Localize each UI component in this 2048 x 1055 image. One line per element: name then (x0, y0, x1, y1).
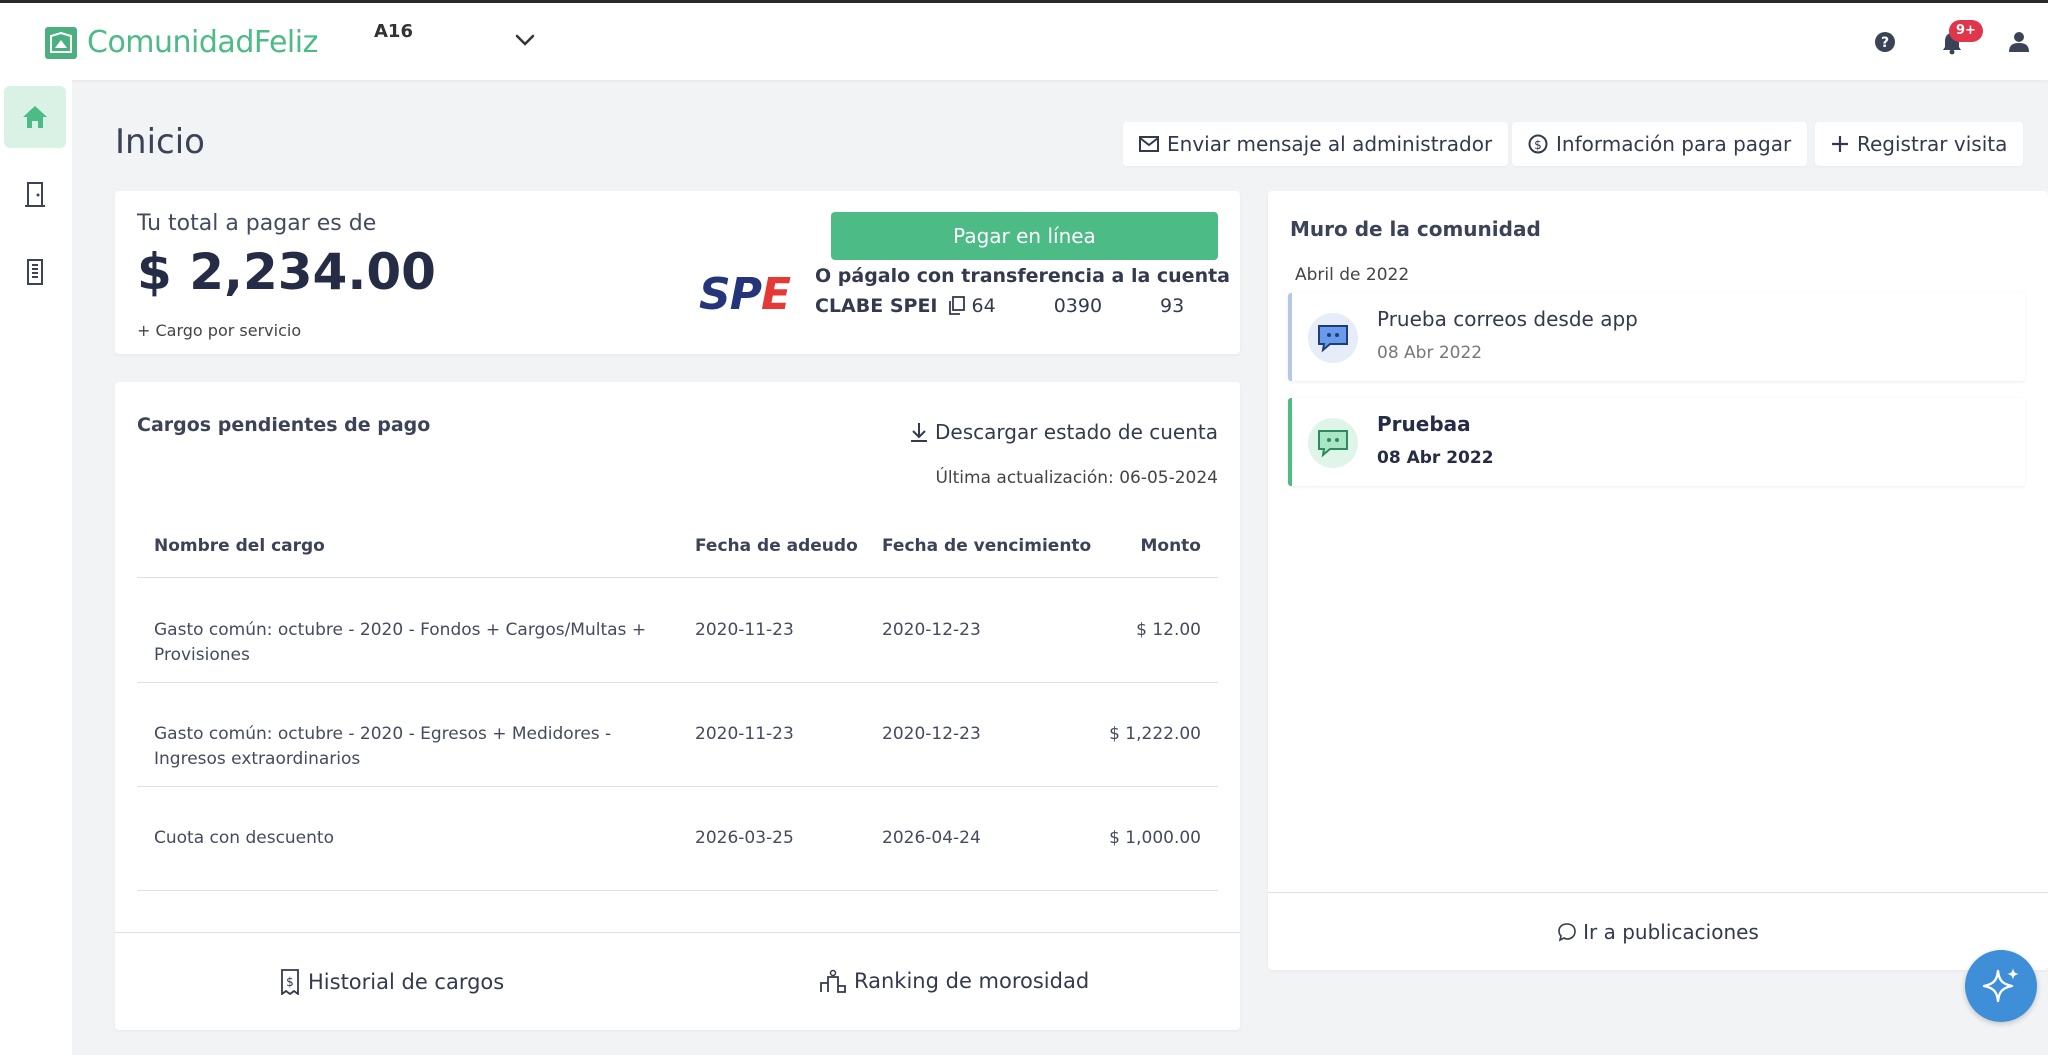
clabe-number-part: 93 (1160, 295, 1185, 317)
delinquency-ranking-label: Ranking de morosidad (854, 969, 1090, 993)
top-bar: ComunidadFeliz A16 ? 9+ (0, 3, 2048, 80)
clabe-label: CLABE SPEI (815, 295, 938, 317)
charge-amount: $ 12.00 (1136, 620, 1201, 640)
charges-footer: $ Historial de cargos Ranking de morosid… (115, 932, 1240, 1030)
column-header: Nombre del cargo (154, 536, 325, 556)
chat-bubble-icon (1308, 418, 1358, 468)
go-to-posts-label: Ir a publicaciones (1583, 919, 1759, 944)
last-update: Última actualización: 06-05-2024 (935, 468, 1218, 488)
building-icon (27, 259, 43, 285)
download-statement-link[interactable]: Descargar estado de cuenta (909, 420, 1218, 444)
sidebar-item-community[interactable] (4, 241, 66, 303)
charge-name: Cuota con descuento (154, 828, 334, 848)
post-date: 08 Abr 2022 (1377, 343, 1483, 363)
plus-icon (1832, 136, 1848, 152)
page-title: Inicio (115, 122, 205, 162)
column-header: Fecha de adeudo (695, 536, 858, 556)
charge-amount: $ 1,222.00 (1109, 724, 1201, 744)
total-payment-card: Tu total a pagar es de $ 2,234.00 + Carg… (115, 191, 1240, 354)
receipt-icon: $ (281, 969, 299, 995)
column-header: Fecha de vencimiento (882, 536, 1092, 556)
delinquency-ranking-link[interactable]: Ranking de morosidad (820, 969, 1089, 993)
charge-due-date: 2026-04-24 (882, 828, 981, 848)
mail-icon (1139, 136, 1159, 152)
logo-icon (45, 26, 77, 59)
clabe-number-part: 64 (971, 295, 996, 317)
chat-bubble-icon (1558, 922, 1576, 941)
charge-due-date: 2020-12-23 (882, 724, 981, 744)
total-label: Tu total a pagar es de (137, 211, 377, 236)
go-to-posts-link[interactable]: Ir a publicaciones (1268, 892, 2048, 970)
register-visit-label: Registrar visita (1857, 132, 2008, 156)
charges-table-header: Nombre del cargo Fecha de adeudo Fecha d… (137, 510, 1218, 578)
register-visit-button[interactable]: Registrar visita (1815, 122, 2024, 166)
charge-debt-date: 2026-03-25 (695, 828, 794, 848)
wall-post[interactable]: Prueba correos desde app 08 Abr 2022 (1288, 293, 2025, 381)
charges-history-label: Historial de cargos (308, 970, 505, 994)
sidebar-item-unit[interactable] (4, 164, 66, 226)
spei-logo: SPE (699, 271, 791, 319)
sidebar (0, 80, 72, 1055)
wall-post[interactable]: Pruebaa 08 Abr 2022 (1288, 398, 2025, 486)
chevron-down-icon[interactable] (514, 33, 536, 47)
pending-charges-card: Cargos pendientes de pago Descargar esta… (115, 382, 1240, 1030)
clabe-number-part: 0390 (1053, 295, 1103, 317)
payment-info-button[interactable]: $ Información para pagar (1512, 122, 1808, 166)
brand-name: ComunidadFeliz (87, 25, 318, 60)
table-row[interactable]: Cuota con descuento 2026-03-25 2026-04-2… (137, 787, 1218, 891)
svg-text:$: $ (286, 975, 294, 989)
svg-text:$: $ (1534, 138, 1542, 152)
community-wall-card: Muro de la comunidad Abril de 2022 Prueb… (1268, 191, 2048, 970)
charge-name: Gasto común: octubre - 2020 - Egresos + … (154, 724, 612, 769)
transfer-instructions: O págalo con transferencia a la cuenta (815, 265, 1230, 287)
sparkle-icon (1982, 968, 2019, 1003)
charge-debt-date: 2020-11-23 (695, 620, 794, 640)
notifications-badge: 9+ (1949, 20, 1983, 42)
copy-icon[interactable] (948, 296, 966, 316)
clabe-row: CLABE SPEI 64 0390 93 (815, 295, 1184, 317)
download-statement-label: Descargar estado de cuenta (935, 420, 1218, 444)
pay-online-button[interactable]: Pagar en línea (831, 212, 1218, 260)
wall-month-label: Abril de 2022 (1295, 265, 1410, 285)
post-title: Prueba correos desde app (1377, 307, 1638, 331)
home-icon (23, 106, 47, 128)
payment-info-label: Información para pagar (1556, 132, 1792, 156)
community-wall-title: Muro de la comunidad (1290, 217, 1541, 241)
unit-selector[interactable]: A16 (374, 21, 413, 42)
help-icon[interactable]: ? (1874, 31, 1896, 53)
sidebar-item-home[interactable] (4, 86, 66, 148)
table-row[interactable]: Gasto común: octubre - 2020 - Fondos + C… (137, 579, 1218, 683)
table-row[interactable]: Gasto común: octubre - 2020 - Egresos + … (137, 683, 1218, 787)
pending-charges-title: Cargos pendientes de pago (137, 414, 431, 436)
message-admin-label: Enviar mensaje al administrador (1167, 132, 1493, 156)
dollar-circle-icon: $ (1528, 134, 1548, 154)
charge-amount: $ 1,000.00 (1109, 828, 1201, 848)
charge-name: Gasto común: octubre - 2020 - Fondos + C… (154, 620, 647, 665)
column-header: Monto (1140, 536, 1201, 556)
service-charge-note: + Cargo por servicio (137, 321, 302, 340)
door-icon (25, 182, 45, 207)
podium-icon (820, 969, 846, 993)
svg-text:?: ? (1881, 35, 1889, 51)
post-date: 08 Abr 2022 (1377, 448, 1494, 468)
charges-history-link[interactable]: $ Historial de cargos (280, 969, 504, 995)
post-title: Pruebaa (1377, 412, 1471, 436)
message-admin-button[interactable]: Enviar mensaje al administrador (1123, 122, 1509, 166)
charge-due-date: 2020-12-23 (882, 620, 981, 640)
brand-logo[interactable]: ComunidadFeliz (45, 25, 318, 60)
assistant-button[interactable] (1965, 950, 2037, 1022)
user-icon[interactable] (2008, 31, 2030, 53)
download-icon (911, 423, 927, 442)
charge-debt-date: 2020-11-23 (695, 724, 794, 744)
chat-bubble-icon (1308, 313, 1358, 363)
total-amount: $ 2,234.00 (137, 243, 436, 301)
